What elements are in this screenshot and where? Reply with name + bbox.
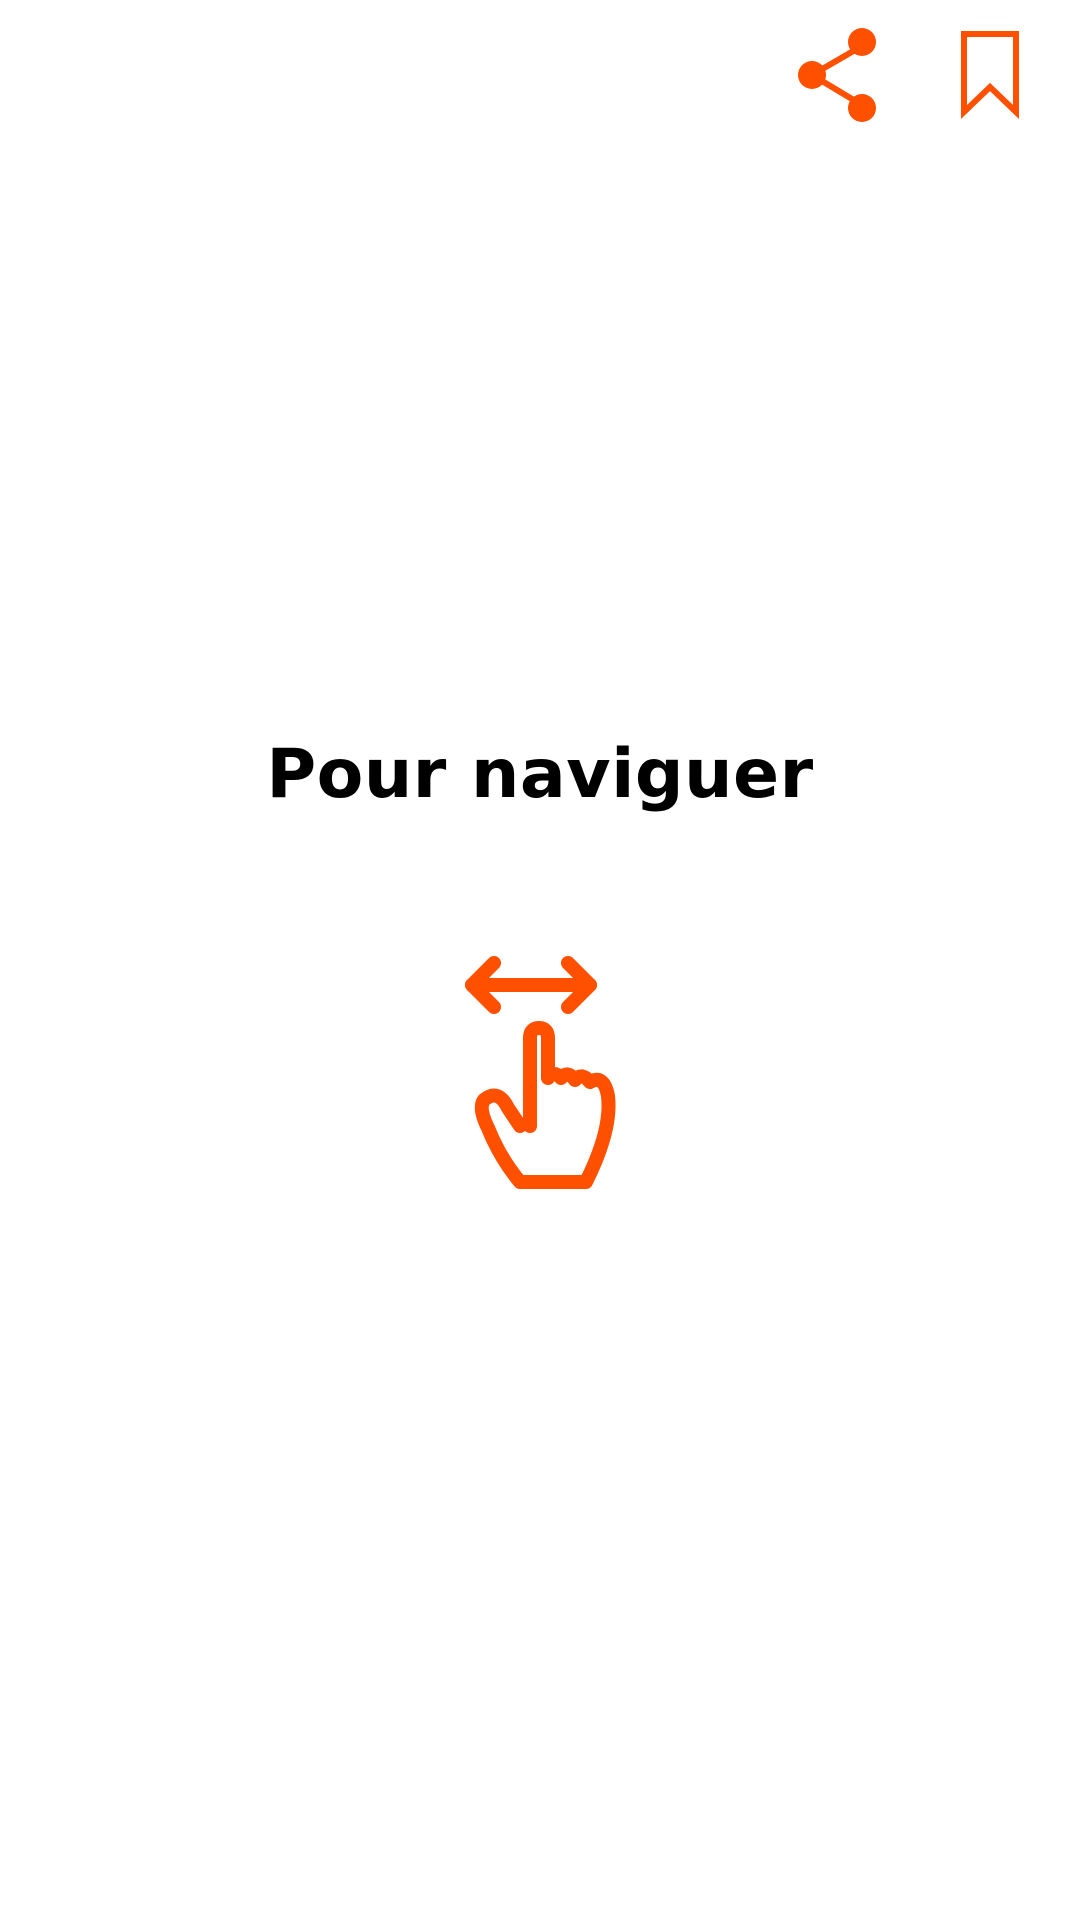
page-title: Pour naviguer <box>266 735 814 814</box>
bookmark-button[interactable] <box>960 30 1020 125</box>
top-actions-bar <box>798 22 1020 132</box>
swipe-tutorial-screen: Pour naviguer <box>0 0 1080 1920</box>
share-button[interactable] <box>798 25 882 130</box>
swipe-horizontal-hand-icon <box>465 956 616 1189</box>
bookmark-icon <box>961 30 1019 119</box>
share-icon <box>798 27 876 122</box>
